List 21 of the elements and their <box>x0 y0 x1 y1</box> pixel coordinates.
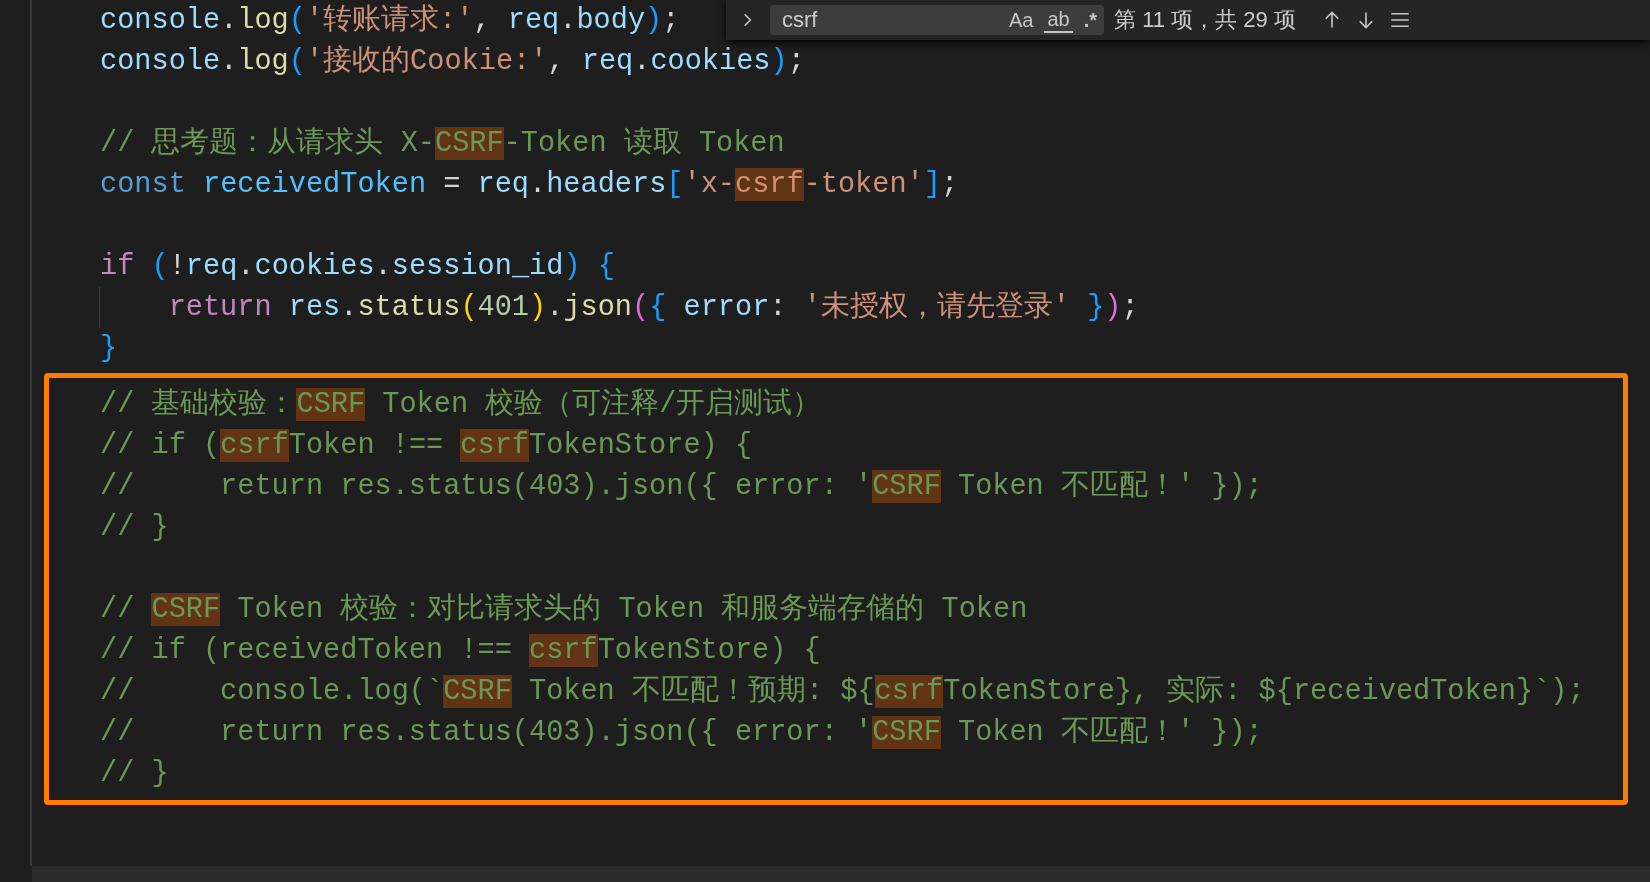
code-line: return res.status(401).json({ error: '未授权，请先登录' }); <box>99 287 1139 328</box>
code-line: // return res.status(403).json({ error: 'CSRF Token 不匹配！' }); <box>100 469 1263 505</box>
code-line: // CSRF Token 校验：对比请求头的 Token 和服务端存储的 Token <box>100 592 1028 628</box>
code-line: // } <box>100 510 169 546</box>
code-line: // } <box>100 756 169 792</box>
match-case-button[interactable]: Aa <box>1006 7 1037 33</box>
code-line: console.log('转账请求:', req.body); <box>100 3 680 39</box>
code-line: // 基础校验：CSRF Token 校验（可注释/开启测试） <box>100 386 822 423</box>
code-line: console.log('接收的Cookie:', req.cookies); <box>100 44 805 80</box>
regex-button[interactable]: .* <box>1080 7 1101 33</box>
match-count: 第 11 项，共 29 项 <box>1114 6 1296 34</box>
code-line: // console.log(`CSRF Token 不匹配！预期: ${csrfTokenStore}, 实际: ${receivedToken}`); <box>100 673 1585 710</box>
code-line: // if (receivedToken !== csrfTokenStore) { <box>100 633 821 669</box>
code-line: } <box>100 331 118 367</box>
code-line: // 思考题：从请求头 X-CSRF-Token 读取 Token <box>100 126 785 162</box>
lines-icon[interactable] <box>1389 10 1410 30</box>
code-line: // if (csrfToken !== csrfTokenStore) { <box>100 428 753 464</box>
code-line: if (!req.cookies.session_id) { <box>100 249 615 285</box>
code-line: const receivedToken = req.headers['x-csrf-token']; <box>100 167 959 203</box>
whole-word-button[interactable]: ab <box>1044 7 1073 33</box>
code-line: // return res.status(403).json({ error: 'CSRF Token 不匹配！' }); <box>100 715 1263 751</box>
